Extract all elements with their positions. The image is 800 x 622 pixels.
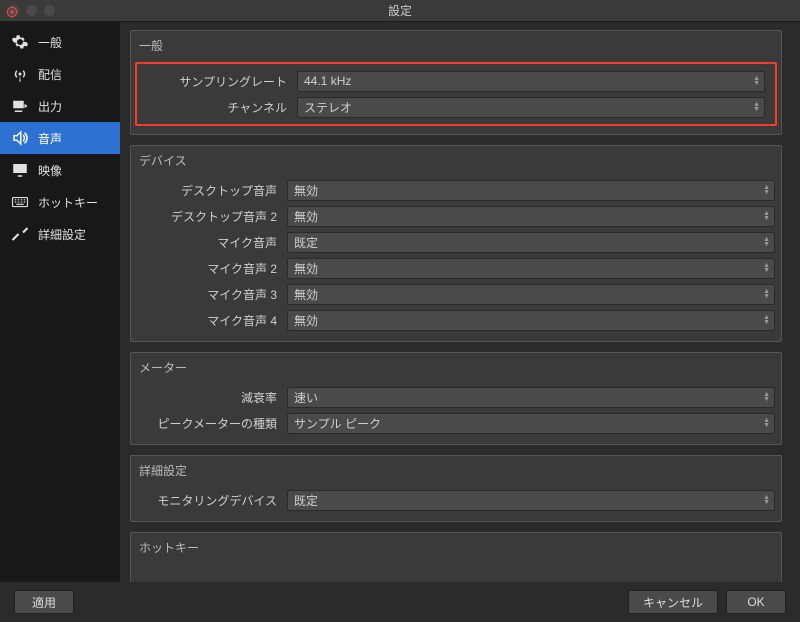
window-title: 設定 [388,2,412,19]
chevron-updown-icon: ▲▼ [763,315,770,325]
group-general: 一般 サンプリングレート 44.1 kHz▲▼ チャンネル ステレオ▲▼ [130,30,782,135]
settings-sidebar: 一般 配信 出力 音声 映像 ホットキー 詳細設定 [0,22,120,582]
app-icon [5,5,19,19]
sidebar-item-hotkeys[interactable]: ホットキー [0,186,120,218]
sidebar-label: 出力 [38,98,62,115]
group-meters: メーター 減衰率速い▲▼ ピークメーターの種類サンプル ピーク▲▼ [130,352,782,445]
group-title: 詳細設定 [131,456,781,487]
desktop-audio-label: デスクトップ音声 [137,182,287,199]
mic-audio4-label: マイク音声 4 [137,312,287,329]
chevron-updown-icon: ▲▼ [763,237,770,247]
chevron-updown-icon: ▲▼ [753,102,760,112]
cancel-button[interactable]: キャンセル [628,590,718,614]
monitoring-device-label: モニタリングデバイス [137,492,287,509]
sample-rate-combo[interactable]: 44.1 kHz▲▼ [297,71,765,92]
chevron-updown-icon: ▲▼ [763,418,770,428]
gear-icon [10,32,30,52]
mic-audio2-label: マイク音声 2 [137,260,287,277]
mic-audio3-combo[interactable]: 無効▲▼ [287,284,775,305]
window-maximize-button[interactable] [44,5,55,16]
channels-label: チャンネル [147,99,297,116]
sidebar-item-output[interactable]: 出力 [0,90,120,122]
sidebar-label: ホットキー [38,194,98,211]
speaker-icon [10,128,30,148]
apply-button[interactable]: 適用 [14,590,74,614]
sidebar-label: 音声 [38,130,62,147]
desktop-audio2-label: デスクトップ音声 2 [137,208,287,225]
chevron-updown-icon: ▲▼ [763,263,770,273]
peak-type-label: ピークメーターの種類 [137,415,287,432]
chevron-updown-icon: ▲▼ [763,495,770,505]
tools-icon [10,224,30,244]
desktop-audio2-combo[interactable]: 無効▲▼ [287,206,775,227]
peak-type-combo[interactable]: サンプル ピーク▲▼ [287,413,775,434]
sidebar-label: 配信 [38,66,62,83]
window-minimize-button[interactable] [26,5,37,16]
chevron-updown-icon: ▲▼ [763,392,770,402]
sidebar-label: 詳細設定 [38,226,86,243]
group-device: デバイス デスクトップ音声無効▲▼ デスクトップ音声 2無効▲▼ マイク音声既定… [130,145,782,342]
monitoring-device-combo[interactable]: 既定▲▼ [287,490,775,511]
sample-rate-label: サンプリングレート [147,73,297,90]
group-title: 一般 [131,31,781,62]
mic-audio-combo[interactable]: 既定▲▼ [287,232,775,253]
desktop-audio-combo[interactable]: 無効▲▼ [287,180,775,201]
keyboard-icon [10,192,30,212]
chevron-updown-icon: ▲▼ [753,76,760,86]
chevron-updown-icon: ▲▼ [763,185,770,195]
mic-audio3-label: マイク音声 3 [137,286,287,303]
ok-button[interactable]: OK [726,590,786,614]
channels-combo[interactable]: ステレオ▲▼ [297,97,765,118]
monitor-icon [10,160,30,180]
mic-audio4-combo[interactable]: 無効▲▼ [287,310,775,331]
sidebar-item-audio[interactable]: 音声 [0,122,120,154]
highlight-box: サンプリングレート 44.1 kHz▲▼ チャンネル ステレオ▲▼ [135,62,777,126]
decay-rate-combo[interactable]: 速い▲▼ [287,387,775,408]
group-title: ホットキー [131,533,781,564]
antenna-icon [10,64,30,84]
mic-audio-label: マイク音声 [137,234,287,251]
sidebar-label: 映像 [38,162,62,179]
sidebar-item-general[interactable]: 一般 [0,26,120,58]
group-hotkeys: ホットキー [130,532,782,582]
sidebar-item-advanced[interactable]: 詳細設定 [0,218,120,250]
mic-audio2-combo[interactable]: 無効▲▼ [287,258,775,279]
group-advanced: 詳細設定 モニタリングデバイス既定▲▼ [130,455,782,522]
group-title: メーター [131,353,781,384]
group-title: デバイス [131,146,781,177]
window-titlebar: 設定 [0,0,800,22]
dialog-footer: 適用 キャンセル OK [0,582,800,622]
output-icon [10,96,30,116]
sidebar-label: 一般 [38,34,62,51]
sidebar-item-stream[interactable]: 配信 [0,58,120,90]
sidebar-item-video[interactable]: 映像 [0,154,120,186]
chevron-updown-icon: ▲▼ [763,211,770,221]
decay-rate-label: 減衰率 [137,389,287,406]
settings-content: 一般 サンプリングレート 44.1 kHz▲▼ チャンネル ステレオ▲▼ デバイ… [120,22,800,582]
chevron-updown-icon: ▲▼ [763,289,770,299]
